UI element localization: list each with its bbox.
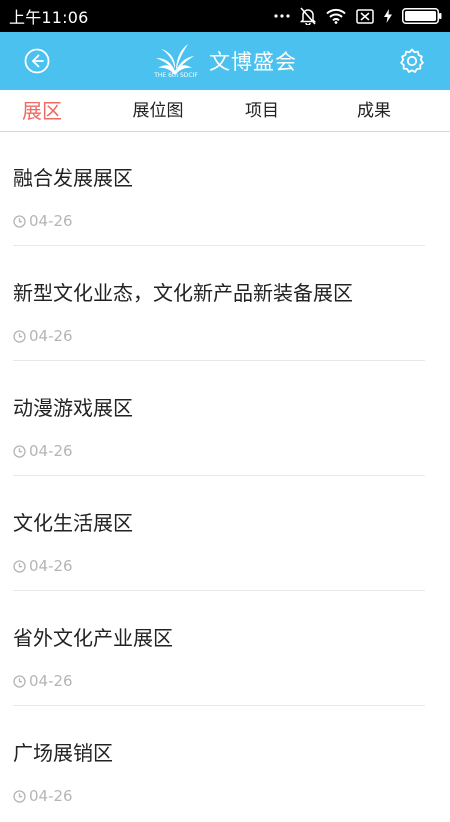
tab-booth-map[interactable]: 展位图 — [122, 90, 194, 132]
list-item[interactable]: 新型文化业态，文化新产品新装备展区 04-26 — [0, 247, 450, 362]
divider — [13, 360, 425, 361]
list-item[interactable]: 文化生活展区 04-26 — [0, 477, 450, 592]
notification-off-icon — [300, 7, 316, 25]
list-item[interactable]: 省外文化产业展区 04-26 — [0, 592, 450, 707]
status-time: 上午11:06 — [9, 8, 89, 27]
item-title: 省外文化产业展区 — [13, 626, 173, 650]
page-title: 文博盛会 — [209, 50, 297, 74]
battery-icon — [402, 8, 442, 24]
item-title: 动漫游戏展区 — [13, 396, 133, 420]
clock-icon — [13, 674, 26, 688]
clock-icon — [13, 444, 26, 458]
clock-icon — [13, 789, 26, 803]
item-date: 04-26 — [13, 442, 73, 460]
divider — [13, 590, 425, 591]
divider — [13, 245, 425, 246]
charging-icon — [384, 9, 392, 23]
item-date: 04-26 — [13, 672, 73, 690]
divider — [13, 705, 425, 706]
item-date-text: 04-26 — [29, 212, 73, 230]
item-date: 04-26 — [13, 327, 73, 345]
more-dots-icon — [274, 14, 290, 18]
list-item[interactable]: 融合发展展区 04-26 — [0, 132, 450, 247]
item-title: 融合发展展区 — [13, 166, 133, 190]
clock-icon — [13, 329, 26, 343]
logo-text: THE 6th SDCIF — [154, 72, 198, 79]
item-date: 04-26 — [13, 557, 73, 575]
item-title: 广场展销区 — [13, 741, 113, 765]
clock-icon — [13, 214, 26, 228]
item-title: 文化生活展区 — [13, 511, 133, 535]
item-date-text: 04-26 — [29, 557, 73, 575]
status-bar: 上午11:06 — [0, 0, 450, 32]
divider — [13, 475, 425, 476]
wifi-icon — [326, 8, 346, 24]
back-icon[interactable] — [24, 48, 50, 74]
item-date-text: 04-26 — [29, 787, 73, 805]
tab-projects[interactable]: 项目 — [236, 90, 288, 132]
item-title: 新型文化业态，文化新产品新装备展区 — [13, 281, 353, 305]
item-date-text: 04-26 — [29, 672, 73, 690]
item-date-text: 04-26 — [29, 442, 73, 460]
item-date: 04-26 — [13, 212, 73, 230]
settings-icon[interactable] — [398, 47, 426, 75]
tab-exhibition-area[interactable]: 展区 — [14, 90, 70, 132]
tab-bar: 展区 展位图 项目 成果 — [0, 90, 450, 132]
item-date: 04-26 — [13, 787, 73, 805]
sim-off-icon — [356, 8, 374, 24]
item-date-text: 04-26 — [29, 327, 73, 345]
status-icons — [274, 7, 442, 25]
clock-icon — [13, 559, 26, 573]
tab-achievements[interactable]: 成果 — [348, 90, 400, 132]
list-item[interactable]: 动漫游戏展区 04-26 — [0, 362, 450, 477]
list-item[interactable]: 广场展销区 04-26 — [0, 707, 450, 822]
